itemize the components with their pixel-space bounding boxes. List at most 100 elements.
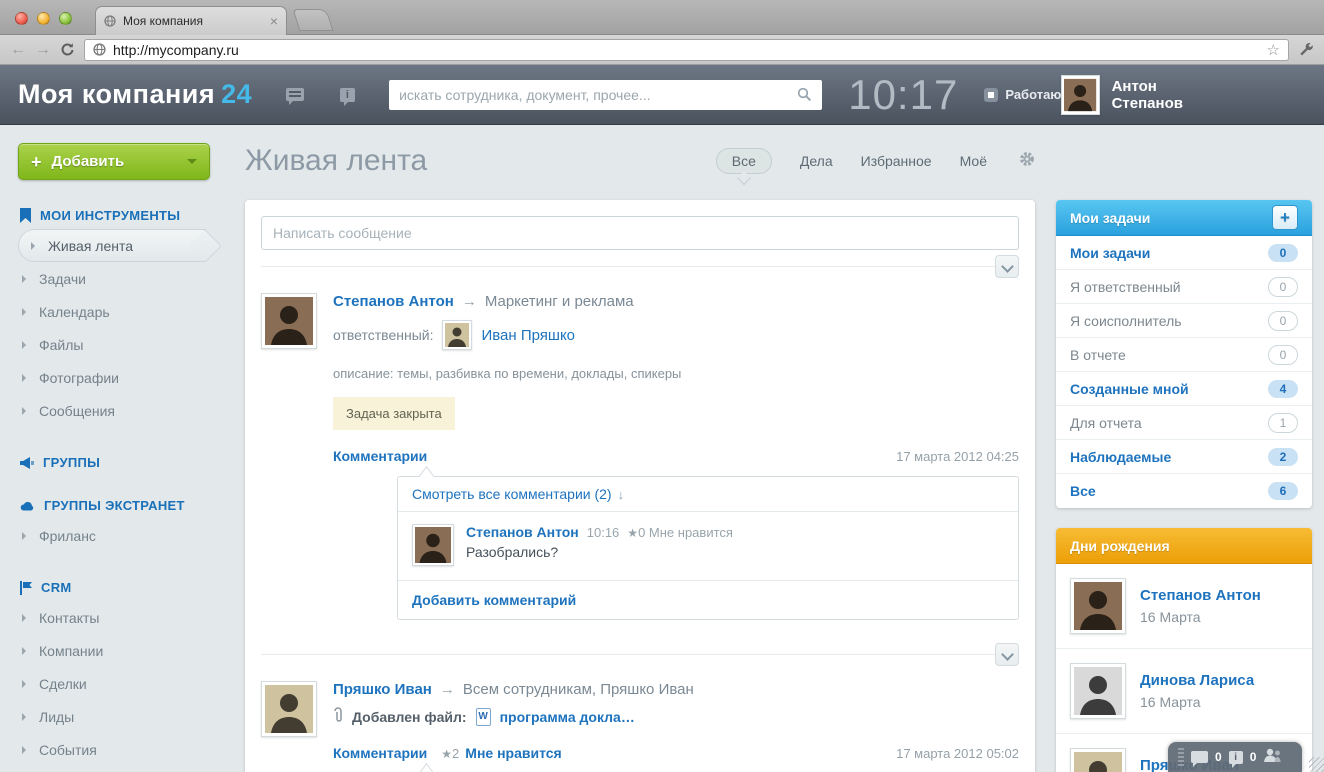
person-link[interactable]: Степанов Антон <box>1140 587 1261 604</box>
add-comment-link[interactable]: Добавить комментарий <box>412 592 576 608</box>
status-label: Работаю <box>1005 87 1061 102</box>
sidebar-item-files[interactable]: Файлы <box>18 328 218 361</box>
search-input[interactable] <box>399 87 797 103</box>
add-task-button[interactable]: + <box>1272 205 1298 230</box>
like-control[interactable]: ★2 <box>441 746 459 761</box>
post-author-link[interactable]: Степанов Антон <box>333 293 454 310</box>
back-icon[interactable]: ← <box>10 42 26 58</box>
globe-icon <box>104 15 116 27</box>
section-header[interactable]: ГРУППЫ ЭКСТРАНЕТ <box>18 498 218 513</box>
task-filter-row[interactable]: Для отчета1 <box>1056 406 1312 440</box>
window-minimize-button[interactable] <box>37 12 50 25</box>
forward-icon[interactable]: → <box>35 42 51 58</box>
birthday-entry: Степанов Антон 16 Марта <box>1056 564 1312 649</box>
wrench-icon[interactable] <box>1298 42 1314 58</box>
avatar[interactable] <box>1070 748 1126 772</box>
new-tab-button[interactable] <box>292 9 333 31</box>
browser-window: Моя компания × ← → ☆ Моя компания24 i <box>0 0 1324 772</box>
task-filter-row[interactable]: Я ответственный0 <box>1056 270 1312 304</box>
collapse-post-icon[interactable] <box>995 255 1019 278</box>
url-input[interactable] <box>113 42 1260 58</box>
avatar <box>1061 75 1099 115</box>
task-filter-row[interactable]: В отчете0 <box>1056 338 1312 372</box>
tab-business[interactable]: Дела <box>800 153 833 169</box>
sidebar-section-tools: МОИ ИНСТРУМЕНТЫ Живая лента Задачи Кален… <box>18 208 218 427</box>
collapse-post-icon[interactable] <box>995 643 1019 666</box>
chat-count: 0 <box>1215 750 1222 764</box>
window-close-button[interactable] <box>15 12 28 25</box>
section-header[interactable]: CRM <box>18 580 218 595</box>
notification-count: 0 <box>1250 750 1257 764</box>
sidebar-item-leads[interactable]: Лиды <box>18 700 218 733</box>
info-icon[interactable]: i <box>340 88 355 102</box>
tab-favorites[interactable]: Избранное <box>861 153 932 169</box>
drag-handle[interactable] <box>1178 748 1184 766</box>
bookmark-star-icon[interactable]: ☆ <box>1267 41 1280 59</box>
section-header[interactable]: ГРУППЫ <box>18 455 218 470</box>
post-author-link[interactable]: Пряшко Иван <box>333 681 432 698</box>
messenger-bar: 0 i 0 <box>1168 742 1302 772</box>
work-clock[interactable]: 10:17 <box>848 71 958 119</box>
sidebar-item-messages[interactable]: Сообщения <box>18 394 218 427</box>
task-filter-row[interactable]: Я соисполнитель0 <box>1056 304 1312 338</box>
task-filter-row[interactable]: Созданные мной4 <box>1056 372 1312 406</box>
sidebar-item-companies[interactable]: Компании <box>18 634 218 667</box>
composer-input[interactable] <box>261 216 1019 250</box>
avatar[interactable] <box>261 293 317 349</box>
app-logo[interactable]: Моя компания24 <box>18 79 252 110</box>
sidebar-section-groups: ГРУППЫ <box>18 455 218 470</box>
sidebar-item-events[interactable]: События <box>18 733 218 766</box>
tab-mine[interactable]: Моё <box>960 153 987 169</box>
sidebar-item-freelance[interactable]: Фриланс <box>18 519 218 552</box>
sidebar-item-calendar[interactable]: Календарь <box>18 295 218 328</box>
current-user[interactable]: Антон Степанов <box>1061 75 1306 115</box>
reload-icon[interactable] <box>60 42 75 57</box>
add-button[interactable]: + Добавить <box>18 143 210 180</box>
avatar[interactable] <box>442 320 472 350</box>
close-tab-icon[interactable]: × <box>270 14 278 28</box>
sidebar-item-live-feed[interactable]: Живая лента <box>18 229 206 262</box>
chat-icon[interactable] <box>1191 751 1208 763</box>
comment-text: Разобрались? <box>466 544 733 560</box>
avatar[interactable] <box>1070 578 1126 634</box>
avatar[interactable] <box>1070 663 1126 719</box>
task-filter-row[interactable]: Наблюдаемые2 <box>1056 440 1312 474</box>
gear-icon[interactable] <box>1019 151 1035 172</box>
comment-author-link[interactable]: Степанов Антон <box>466 524 579 540</box>
search-icon[interactable] <box>797 87 812 102</box>
post-date: 17 марта 2012 04:25 <box>896 449 1019 464</box>
contacts-icon[interactable] <box>1263 748 1282 767</box>
sidebar-item-photos[interactable]: Фотографии <box>18 361 218 394</box>
show-all-comments-link[interactable]: Смотреть все комментарии (2) <box>412 486 612 502</box>
address-bar[interactable]: ☆ <box>84 39 1289 61</box>
responsible-link[interactable]: Иван Пряшко <box>481 327 575 344</box>
user-name: Антон Степанов <box>1112 78 1226 112</box>
task-filter-row[interactable]: Мои задачи0 <box>1056 236 1312 270</box>
post-date: 17 марта 2012 05:02 <box>896 746 1019 761</box>
tab-all[interactable]: Все <box>716 148 772 174</box>
main-column: Живая лента Все Дела Избранное Моё <box>245 139 1035 772</box>
messages-icon[interactable] <box>286 88 303 101</box>
star-icon: ★ <box>627 526 638 540</box>
window-zoom-button[interactable] <box>59 12 72 25</box>
feed-post: Пряшко Иван → Всем сотрудникам, Пряшко И… <box>261 654 1019 772</box>
file-link[interactable]: программа докла… <box>500 709 635 725</box>
browser-tab[interactable]: Моя компания × <box>95 6 287 35</box>
arrow-right-icon <box>22 341 30 349</box>
sidebar-item-contacts[interactable]: Контакты <box>18 601 218 634</box>
arrow-right-icon: → <box>440 681 455 698</box>
notifications-icon[interactable]: i <box>1229 751 1243 764</box>
work-status-button[interactable]: Работаю <box>984 87 1061 102</box>
like-control[interactable]: ★0 Мне нравится <box>627 525 733 540</box>
sidebar-item-deals[interactable]: Сделки <box>18 667 218 700</box>
header-search <box>389 80 822 110</box>
comments-link[interactable]: Комментарии <box>333 448 427 464</box>
like-link[interactable]: Мне нравится <box>465 745 561 761</box>
sidebar-item-tasks[interactable]: Задачи <box>18 262 218 295</box>
person-link[interactable]: Динова Лариса <box>1140 672 1254 689</box>
avatar[interactable] <box>261 681 317 737</box>
comments-link[interactable]: Комментарии <box>333 745 427 761</box>
window-resize-grip[interactable] <box>1309 757 1324 772</box>
task-filter-row[interactable]: Все6 <box>1056 474 1312 508</box>
avatar[interactable] <box>412 524 454 566</box>
